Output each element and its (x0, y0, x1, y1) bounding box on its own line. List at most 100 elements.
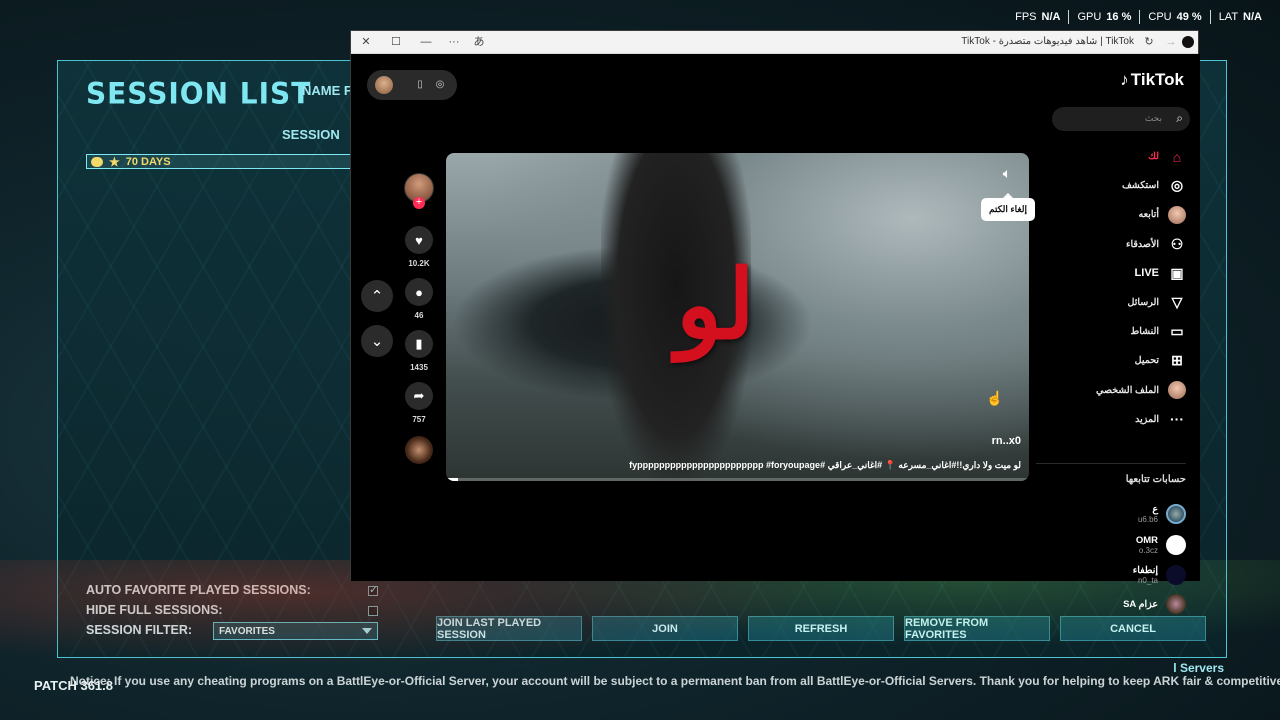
avatar (1168, 381, 1186, 400)
sound-icon[interactable]: 🔈︎ (995, 165, 1019, 187)
progress-fill (446, 478, 458, 481)
performance-overlay: FPS N/A GPU 16 % CPU 49 % LAT N/A (1007, 10, 1270, 24)
compass-icon: ◎ (1170, 177, 1184, 194)
sidebar-item-explore[interactable]: استكشف ◎ (1036, 171, 1186, 200)
sidebar-item-live[interactable]: LIVE ▣ (1036, 259, 1186, 288)
perf-cpu: CPU 49 % (1139, 10, 1209, 24)
following-section-title: حسابات تتابعها (1125, 474, 1186, 485)
sidebar-item-label: استكشف (1121, 180, 1159, 192)
perf-label: LAT (1218, 11, 1239, 23)
sidebar-item-profile[interactable]: الملف الشخصي (1036, 376, 1186, 405)
perf-fps: FPS N/A (1007, 10, 1068, 24)
sidebar-item-label: الملف الشخصي (1096, 384, 1159, 396)
auto-favorite-checkbox[interactable] (368, 583, 378, 596)
followed-account[interactable]: إنطفاء n0_ta (1133, 565, 1186, 585)
session-row[interactable]: ★ 70 DAYS (86, 154, 352, 169)
chevron-down-icon[interactable]: ⌄ (361, 325, 393, 357)
avatar[interactable] (375, 76, 393, 94)
perf-value: 16 % (1106, 11, 1132, 23)
minimize-icon[interactable]: — (419, 35, 433, 49)
friends-icon: ⚇ (1170, 235, 1184, 252)
share-icon[interactable]: ➦ (405, 382, 433, 410)
chevron-up-icon[interactable]: ⌃ (361, 280, 393, 312)
maximize-icon[interactable]: ☐ (389, 35, 403, 49)
name-filter-label[interactable]: NAME FI (302, 83, 355, 98)
join-last-session-button[interactable]: JOIN LAST PLAYED SESSION (436, 616, 582, 641)
sidebar-item-following[interactable]: أتابعه (1036, 200, 1186, 229)
account-name: إنطفاء (1132, 565, 1158, 576)
sidebar-item-more[interactable]: المزيد ··· (1036, 405, 1186, 434)
logo-text: TikTok (1130, 70, 1184, 89)
sidebar-item-upload[interactable]: تحميل ⊞ (1036, 346, 1186, 375)
followed-account[interactable]: SA عزام (1123, 594, 1186, 614)
video-navigation: ⌃ ⌄ (361, 280, 393, 370)
perf-label: GPU (1077, 11, 1102, 23)
join-button[interactable]: JOIN (592, 616, 738, 641)
follow-plus-icon[interactable]: + (413, 197, 425, 209)
forward-icon[interactable]: → (1164, 35, 1178, 49)
translate-icon[interactable]: あ (472, 35, 486, 49)
perf-label: FPS (1015, 11, 1037, 23)
session-column-header[interactable]: SESSION (282, 127, 340, 142)
tiktok-page: ▯ ◎ ♪ TikTok بحث ⌕ لك ⌂ استكشف ◎ أتابعه الأص… (351, 54, 1200, 614)
sidebar-nav: لك ⌂ استكشف ◎ أتابعه الأصدقاء ⚇ LIVE ▣ الرسا… (1036, 142, 1186, 434)
auto-favorite-label: AUTO FAVORITE PLAYED SESSIONS: (86, 583, 311, 597)
desktop-stage: FPS N/A GPU 16 % CPU 49 % LAT N/A SESSION LI… (0, 0, 1280, 720)
send-icon: ▽ (1171, 294, 1183, 311)
session-filter-label: SESSION FILTER: (86, 623, 193, 637)
like-action[interactable]: ♥ 10.2K (404, 226, 434, 268)
comment-icon[interactable]: ● (405, 278, 433, 306)
tiktok-logo[interactable]: ♪ TikTok (1120, 70, 1184, 90)
activity-icon: ▭ (1170, 323, 1184, 340)
device-pill[interactable]: ▯ ◎ (367, 70, 457, 100)
comment-action[interactable]: ● 46 (404, 278, 434, 320)
refresh-button[interactable]: REFRESH (748, 616, 894, 641)
video-overlay-text: لو (676, 248, 755, 361)
account-name: OMR (1135, 535, 1158, 546)
reload-icon[interactable]: ↻ (1142, 35, 1156, 49)
mouse-cursor-icon: ☝ (986, 390, 1004, 406)
avatar (1166, 594, 1186, 614)
upload-icon: ⊞ (1171, 352, 1183, 369)
search-icon[interactable]: ⌕ (1176, 111, 1183, 126)
session-filter-dropdown[interactable]: FAVORITES (213, 622, 378, 640)
video-progress[interactable] (446, 478, 1029, 481)
search-input[interactable]: بحث ⌕ (1052, 107, 1190, 131)
perf-value: 49 % (1176, 11, 1202, 23)
save-count: 1435 (410, 363, 428, 372)
video-author[interactable]: rn..x0 (992, 435, 1021, 447)
close-icon[interactable]: ✕ (359, 35, 373, 49)
favorite-badge-icon (91, 156, 103, 167)
avatar (1166, 565, 1186, 585)
music-disc-icon[interactable] (405, 436, 433, 464)
sidebar-item-label: أتابعه (1138, 209, 1160, 221)
account-handle: o.3cz (1138, 546, 1158, 555)
account-name: ع (1152, 504, 1158, 515)
share-action[interactable]: ➦ 757 (404, 382, 434, 424)
perf-value: N/A (1041, 11, 1061, 23)
account-handle: u6.b6 (1137, 515, 1158, 524)
hide-full-checkbox[interactable] (368, 606, 378, 616)
sidebar-item-messages[interactable]: الرسائل ▽ (1036, 288, 1186, 317)
session-filter-value: FAVORITES (219, 626, 275, 637)
divider (1036, 463, 1186, 464)
compass-icon[interactable]: ◎ (433, 78, 447, 92)
avatar (1166, 504, 1186, 524)
phone-icon[interactable]: ▯ (413, 78, 427, 92)
cancel-button[interactable]: CANCEL (1060, 616, 1206, 641)
heart-icon[interactable]: ♥ (405, 226, 433, 254)
remove-favorites-button[interactable]: REMOVE FROM FAVORITES (904, 616, 1050, 641)
more-icon[interactable]: ··· (447, 35, 461, 49)
hide-full-label: HIDE FULL SESSIONS: (86, 603, 223, 617)
sidebar-item-activity[interactable]: النشاط ▭ (1036, 317, 1186, 346)
sidebar-item-label: تحميل (1134, 355, 1159, 367)
bookmark-icon[interactable]: ▮ (405, 330, 433, 358)
sidebar-item-friends[interactable]: الأصدقاء ⚇ (1036, 230, 1186, 259)
browser-window: ✕ ☐ — ··· あ TikTok | شاهد فيديوهات متصدر… (350, 30, 1200, 614)
followed-account[interactable]: ع u6.b6 (1138, 504, 1186, 524)
video-player[interactable]: لو 🔈︎ rn..x0 لو ميت ولا داري!!#اغاني_مسر… (446, 153, 1029, 481)
followed-account[interactable]: OMR o.3cz (1136, 535, 1186, 555)
video-caption: لو ميت ولا داري!!#اغاني_مسرعه 📍 #اغاني_ع… (629, 460, 1021, 470)
save-action[interactable]: ▮ 1435 (404, 330, 434, 372)
sidebar-item-for-you[interactable]: لك ⌂ (1036, 142, 1186, 171)
